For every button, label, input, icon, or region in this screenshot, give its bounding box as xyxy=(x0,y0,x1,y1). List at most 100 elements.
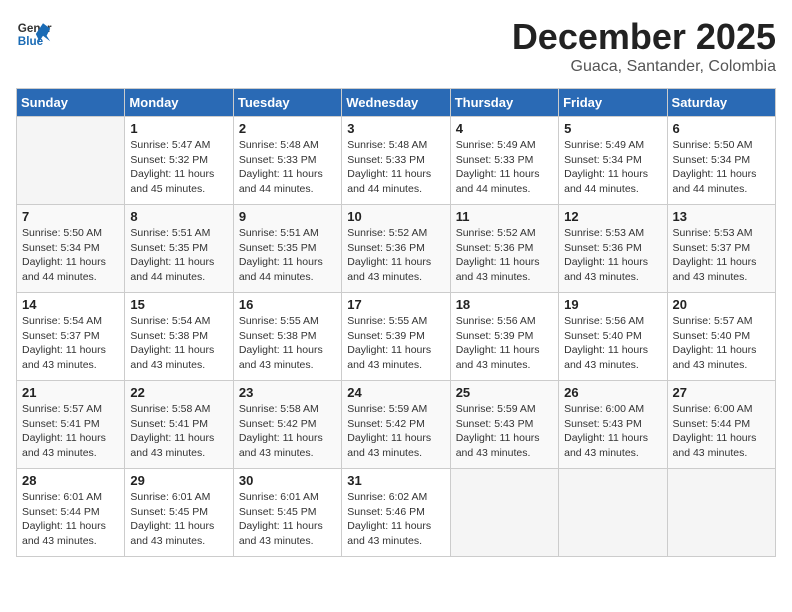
day-number: 7 xyxy=(22,209,119,224)
day-number: 21 xyxy=(22,385,119,400)
day-number: 25 xyxy=(456,385,553,400)
day-detail: Sunrise: 5:52 AM Sunset: 5:36 PM Dayligh… xyxy=(456,226,553,285)
day-number: 19 xyxy=(564,297,661,312)
logo-icon: General Blue xyxy=(16,16,52,52)
calendar-cell xyxy=(17,117,125,205)
day-number: 17 xyxy=(347,297,444,312)
day-number: 24 xyxy=(347,385,444,400)
day-number: 12 xyxy=(564,209,661,224)
day-detail: Sunrise: 6:01 AM Sunset: 5:45 PM Dayligh… xyxy=(130,490,227,549)
day-number: 10 xyxy=(347,209,444,224)
day-detail: Sunrise: 5:50 AM Sunset: 5:34 PM Dayligh… xyxy=(673,138,770,197)
weekday-header-wednesday: Wednesday xyxy=(342,89,450,117)
day-detail: Sunrise: 5:58 AM Sunset: 5:42 PM Dayligh… xyxy=(239,402,336,461)
weekday-header-saturday: Saturday xyxy=(667,89,775,117)
day-number: 20 xyxy=(673,297,770,312)
day-detail: Sunrise: 5:50 AM Sunset: 5:34 PM Dayligh… xyxy=(22,226,119,285)
day-number: 5 xyxy=(564,121,661,136)
day-number: 11 xyxy=(456,209,553,224)
day-detail: Sunrise: 5:51 AM Sunset: 5:35 PM Dayligh… xyxy=(130,226,227,285)
day-number: 14 xyxy=(22,297,119,312)
day-detail: Sunrise: 5:52 AM Sunset: 5:36 PM Dayligh… xyxy=(347,226,444,285)
calendar-cell: 20 Sunrise: 5:57 AM Sunset: 5:40 PM Dayli… xyxy=(667,293,775,381)
day-detail: Sunrise: 6:00 AM Sunset: 5:44 PM Dayligh… xyxy=(673,402,770,461)
day-detail: Sunrise: 6:01 AM Sunset: 5:45 PM Dayligh… xyxy=(239,490,336,549)
calendar-cell: 10 Sunrise: 5:52 AM Sunset: 5:36 PM Dayli… xyxy=(342,205,450,293)
day-number: 28 xyxy=(22,473,119,488)
calendar-cell: 2 Sunrise: 5:48 AM Sunset: 5:33 PM Daylig… xyxy=(233,117,341,205)
day-number: 1 xyxy=(130,121,227,136)
calendar-cell: 25 Sunrise: 5:59 AM Sunset: 5:43 PM Dayli… xyxy=(450,381,558,469)
calendar-cell xyxy=(667,469,775,557)
calendar-cell: 22 Sunrise: 5:58 AM Sunset: 5:41 PM Dayli… xyxy=(125,381,233,469)
calendar-cell: 1Sunrise: 5:47 AM Sunset: 5:32 PM Daylig… xyxy=(125,117,233,205)
day-number: 2 xyxy=(239,121,336,136)
weekday-header-tuesday: Tuesday xyxy=(233,89,341,117)
day-number: 29 xyxy=(130,473,227,488)
calendar-cell: 9 Sunrise: 5:51 AM Sunset: 5:35 PM Daylig… xyxy=(233,205,341,293)
calendar-table: SundayMondayTuesdayWednesdayThursdayFrid… xyxy=(16,88,776,557)
day-detail: Sunrise: 5:48 AM Sunset: 5:33 PM Dayligh… xyxy=(239,138,336,197)
calendar-cell: 31 Sunrise: 6:02 AM Sunset: 5:46 PM Dayli… xyxy=(342,469,450,557)
day-detail: Sunrise: 5:53 AM Sunset: 5:37 PM Dayligh… xyxy=(673,226,770,285)
day-number: 15 xyxy=(130,297,227,312)
day-detail: Sunrise: 6:01 AM Sunset: 5:44 PM Dayligh… xyxy=(22,490,119,549)
calendar-cell: 12Sunrise: 5:53 AM Sunset: 5:36 PM Dayli… xyxy=(559,205,667,293)
calendar-cell: 13 Sunrise: 5:53 AM Sunset: 5:37 PM Dayli… xyxy=(667,205,775,293)
calendar-cell: 7 Sunrise: 5:50 AM Sunset: 5:34 PM Daylig… xyxy=(17,205,125,293)
weekday-header-thursday: Thursday xyxy=(450,89,558,117)
day-detail: Sunrise: 6:00 AM Sunset: 5:43 PM Dayligh… xyxy=(564,402,661,461)
calendar-cell: 19 Sunrise: 5:56 AM Sunset: 5:40 PM Dayli… xyxy=(559,293,667,381)
day-number: 9 xyxy=(239,209,336,224)
calendar-cell: 16 Sunrise: 5:55 AM Sunset: 5:38 PM Dayli… xyxy=(233,293,341,381)
day-detail: Sunrise: 5:56 AM Sunset: 5:39 PM Dayligh… xyxy=(456,314,553,373)
calendar-cell: 27 Sunrise: 6:00 AM Sunset: 5:44 PM Dayli… xyxy=(667,381,775,469)
calendar-cell: 8 Sunrise: 5:51 AM Sunset: 5:35 PM Daylig… xyxy=(125,205,233,293)
weekday-header-sunday: Sunday xyxy=(17,89,125,117)
calendar-cell: 5 Sunrise: 5:49 AM Sunset: 5:34 PM Daylig… xyxy=(559,117,667,205)
weekday-header-monday: Monday xyxy=(125,89,233,117)
day-detail: Sunrise: 5:48 AM Sunset: 5:33 PM Dayligh… xyxy=(347,138,444,197)
day-number: 30 xyxy=(239,473,336,488)
day-number: 8 xyxy=(130,209,227,224)
day-detail: Sunrise: 5:49 AM Sunset: 5:33 PM Dayligh… xyxy=(456,138,553,197)
calendar-cell: 24 Sunrise: 5:59 AM Sunset: 5:42 PM Dayli… xyxy=(342,381,450,469)
calendar-cell: 17 Sunrise: 5:55 AM Sunset: 5:39 PM Dayli… xyxy=(342,293,450,381)
day-detail: Sunrise: 5:57 AM Sunset: 5:40 PM Dayligh… xyxy=(673,314,770,373)
day-detail: Sunrise: 5:58 AM Sunset: 5:41 PM Dayligh… xyxy=(130,402,227,461)
day-detail: Sunrise: 5:54 AM Sunset: 5:37 PM Dayligh… xyxy=(22,314,119,373)
day-number: 31 xyxy=(347,473,444,488)
calendar-cell: 3Sunrise: 5:48 AM Sunset: 5:33 PM Daylig… xyxy=(342,117,450,205)
day-number: 4 xyxy=(456,121,553,136)
calendar-cell: 23 Sunrise: 5:58 AM Sunset: 5:42 PM Dayli… xyxy=(233,381,341,469)
month-title: December 2025 xyxy=(512,16,776,58)
calendar-cell xyxy=(450,469,558,557)
calendar-cell: 21 Sunrise: 5:57 AM Sunset: 5:41 PM Dayli… xyxy=(17,381,125,469)
weekday-header-friday: Friday xyxy=(559,89,667,117)
day-detail: Sunrise: 5:51 AM Sunset: 5:35 PM Dayligh… xyxy=(239,226,336,285)
day-number: 22 xyxy=(130,385,227,400)
day-number: 13 xyxy=(673,209,770,224)
calendar-cell: 29 Sunrise: 6:01 AM Sunset: 5:45 PM Dayli… xyxy=(125,469,233,557)
day-detail: Sunrise: 5:57 AM Sunset: 5:41 PM Dayligh… xyxy=(22,402,119,461)
day-detail: Sunrise: 5:54 AM Sunset: 5:38 PM Dayligh… xyxy=(130,314,227,373)
day-number: 23 xyxy=(239,385,336,400)
day-detail: Sunrise: 6:02 AM Sunset: 5:46 PM Dayligh… xyxy=(347,490,444,549)
header: General Blue December 2025 Guaca, Santan… xyxy=(16,16,776,76)
day-number: 16 xyxy=(239,297,336,312)
day-detail: Sunrise: 5:55 AM Sunset: 5:39 PM Dayligh… xyxy=(347,314,444,373)
day-number: 6 xyxy=(673,121,770,136)
logo: General Blue xyxy=(16,16,52,52)
calendar-cell: 18 Sunrise: 5:56 AM Sunset: 5:39 PM Dayli… xyxy=(450,293,558,381)
day-number: 27 xyxy=(673,385,770,400)
day-detail: Sunrise: 5:59 AM Sunset: 5:43 PM Dayligh… xyxy=(456,402,553,461)
calendar-cell: 11 Sunrise: 5:52 AM Sunset: 5:36 PM Dayli… xyxy=(450,205,558,293)
day-detail: Sunrise: 5:59 AM Sunset: 5:42 PM Dayligh… xyxy=(347,402,444,461)
day-number: 26 xyxy=(564,385,661,400)
day-detail: Sunrise: 5:49 AM Sunset: 5:34 PM Dayligh… xyxy=(564,138,661,197)
calendar-cell: 6 Sunrise: 5:50 AM Sunset: 5:34 PM Daylig… xyxy=(667,117,775,205)
day-detail: Sunrise: 5:55 AM Sunset: 5:38 PM Dayligh… xyxy=(239,314,336,373)
calendar-cell: 14 Sunrise: 5:54 AM Sunset: 5:37 PM Dayli… xyxy=(17,293,125,381)
day-number: 18 xyxy=(456,297,553,312)
day-detail: Sunrise: 5:56 AM Sunset: 5:40 PM Dayligh… xyxy=(564,314,661,373)
